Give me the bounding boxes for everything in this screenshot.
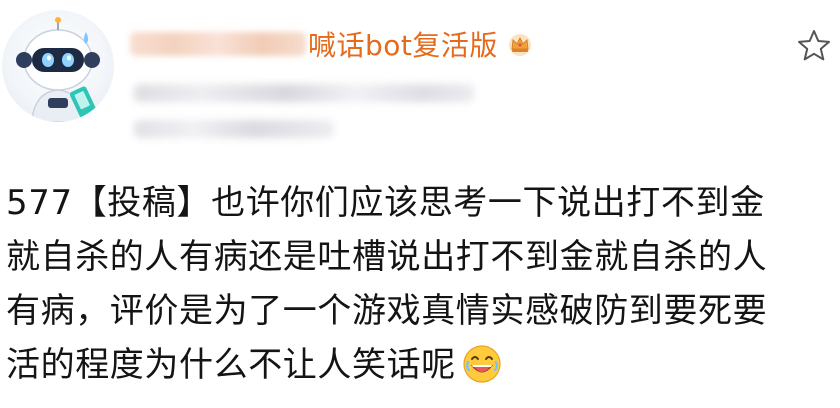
post-line: 577【投稿】也许你们应该思考一下说出打不到金	[6, 183, 765, 223]
blurred-meta-line	[134, 84, 474, 102]
weibo-post: 喊话bot复活版 577【投稿】也许你们应该思考一下说出打不到金 就自杀的人有病…	[0, 0, 840, 408]
post-line: 就自杀的人有病还是吐槽说出打不到金就自杀的人	[6, 237, 768, 277]
blurred-username	[130, 32, 306, 56]
robot-avatar-icon	[16, 17, 100, 122]
post-content: 577【投稿】也许你们应该思考一下说出打不到金 就自杀的人有病还是吐槽说出打不到…	[6, 176, 836, 392]
post-line: 有病，评价是为了一个游戏真情实感破防到要死要	[6, 291, 768, 331]
username-suffix[interactable]: 喊话bot复活版	[308, 24, 498, 64]
laughing-emoji-icon	[463, 345, 501, 383]
username-row[interactable]: 喊话bot复活版	[130, 22, 534, 66]
crown-icon	[508, 34, 531, 56]
avatar[interactable]	[2, 10, 114, 122]
blurred-meta-line	[134, 120, 334, 138]
post-line-last: 活的程度为什么不让人笑话呢	[6, 338, 836, 392]
star-icon[interactable]	[796, 28, 832, 64]
post-line: 活的程度为什么不让人笑话呢	[6, 345, 456, 385]
